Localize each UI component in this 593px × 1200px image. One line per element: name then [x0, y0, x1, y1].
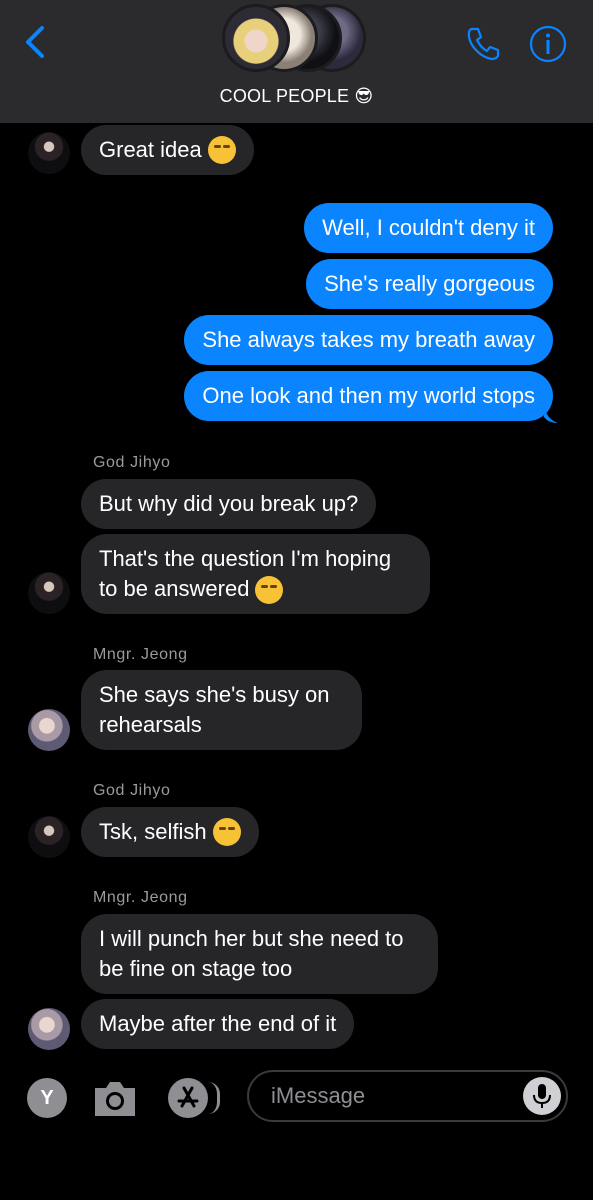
sender-avatar[interactable]	[28, 132, 70, 174]
sender-name: Mngr. Jeong	[93, 889, 188, 906]
message-text: She says she's busy on rehearsals	[99, 682, 330, 737]
unamused-face-emoji	[212, 818, 241, 846]
message-text: One look and then my world stops	[202, 383, 535, 408]
message-input[interactable]: iMessage	[247, 1070, 568, 1122]
message-bubble[interactable]: She says she's busy on rehearsals	[81, 670, 362, 750]
sender-avatar[interactable]	[28, 816, 70, 858]
message-bubble[interactable]: She's really gorgeous	[306, 259, 553, 309]
memoji-avatar-button[interactable]: Y	[27, 1078, 67, 1118]
sender-avatar[interactable]	[28, 572, 70, 614]
unamused-face-emoji	[255, 576, 284, 605]
back-chevron-icon[interactable]	[20, 22, 50, 62]
group-avatar-1	[222, 4, 290, 72]
message-text: That's the question I'm hoping to be ans…	[99, 544, 412, 605]
message-text: I will punch her but she need to be fine…	[99, 926, 404, 981]
message-text: But why did you break up?	[99, 491, 359, 516]
message-bubble[interactable]: She always takes my breath away	[184, 315, 553, 365]
sender-avatar[interactable]	[28, 709, 70, 751]
group-avatars[interactable]	[222, 4, 372, 74]
message-text: Maybe after the end of it	[99, 1011, 337, 1036]
message-text: Well, I couldn't deny it	[322, 215, 535, 240]
message-bubble[interactable]: One look and then my world stops	[184, 371, 553, 421]
message-bubble[interactable]: Well, I couldn't deny it	[304, 203, 553, 253]
app-store-icon	[168, 1078, 208, 1118]
apps-drawer-edge	[208, 1082, 220, 1114]
phone-icon[interactable]	[463, 24, 503, 64]
avatar-letter: Y	[40, 1086, 54, 1109]
app-store-button[interactable]	[168, 1078, 222, 1118]
message-text: Tsk, selfish	[99, 819, 207, 844]
message-bubble[interactable]: Maybe after the end of it	[81, 999, 355, 1049]
message-bubble[interactable]: Great idea	[81, 125, 254, 175]
group-name[interactable]: COOL PEOPLE 😎	[0, 86, 593, 107]
sender-avatar[interactable]	[28, 1008, 70, 1050]
message-bubble[interactable]: I will punch her but she need to be fine…	[81, 914, 438, 994]
sender-name: God Jihyo	[93, 454, 171, 471]
message-text: She's really gorgeous	[324, 271, 535, 296]
camera-icon[interactable]	[92, 1078, 138, 1118]
message-text: Great idea	[99, 137, 202, 162]
message-bubble[interactable]: But why did you break up?	[81, 479, 377, 529]
microphone-button[interactable]	[523, 1077, 561, 1115]
microphone-icon	[533, 1084, 551, 1108]
message-input-placeholder: iMessage	[271, 1083, 366, 1108]
message-text: She always takes my breath away	[202, 327, 535, 352]
message-bubble[interactable]: Tsk, selfish	[81, 807, 259, 857]
conversation-header: COOL PEOPLE 😎	[0, 0, 593, 123]
sender-name: Mngr. Jeong	[93, 646, 188, 663]
hugging-face-emoji	[207, 136, 236, 164]
sender-name: God Jihyo	[93, 782, 171, 799]
message-bubble[interactable]: That's the question I'm hoping to be ans…	[81, 534, 430, 614]
bubble-tail	[544, 405, 558, 423]
info-icon[interactable]	[528, 24, 568, 64]
